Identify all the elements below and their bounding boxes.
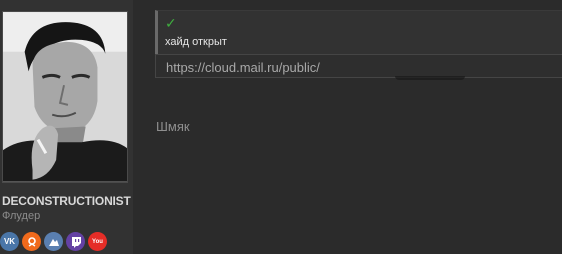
hidden-link-box: https://cloud.mail.ru/public/ <box>155 54 562 78</box>
post-message: Шмяк <box>156 119 190 134</box>
vk-label: VK <box>3 237 16 246</box>
hidden-content-box: ✓ хайд открыт <box>155 10 562 54</box>
cloud-link[interactable]: https://cloud.mail.ru/public/ <box>166 60 320 75</box>
forum-post: DECONSTRUCTIONIST Флудер VK You ✓ хайд о… <box>0 0 562 254</box>
steam-icon[interactable] <box>44 232 63 251</box>
hidden-content-status: хайд открыт <box>165 36 227 48</box>
vk-icon[interactable]: VK <box>0 232 19 251</box>
link-box-shadow <box>395 76 465 80</box>
youtube-icon[interactable]: You <box>88 232 107 251</box>
social-links: VK You <box>0 232 107 252</box>
user-title: Флудер <box>2 210 41 222</box>
twitch-icon[interactable] <box>66 232 85 251</box>
youtube-label: You <box>92 238 103 245</box>
user-sidebar: DECONSTRUCTIONIST Флудер VK You <box>0 0 133 254</box>
odnoklassniki-icon[interactable] <box>22 232 41 251</box>
username[interactable]: DECONSTRUCTIONIST <box>2 194 131 208</box>
user-avatar[interactable] <box>2 11 128 183</box>
avatar-portrait-image <box>3 12 127 182</box>
check-icon: ✓ <box>165 15 177 31</box>
